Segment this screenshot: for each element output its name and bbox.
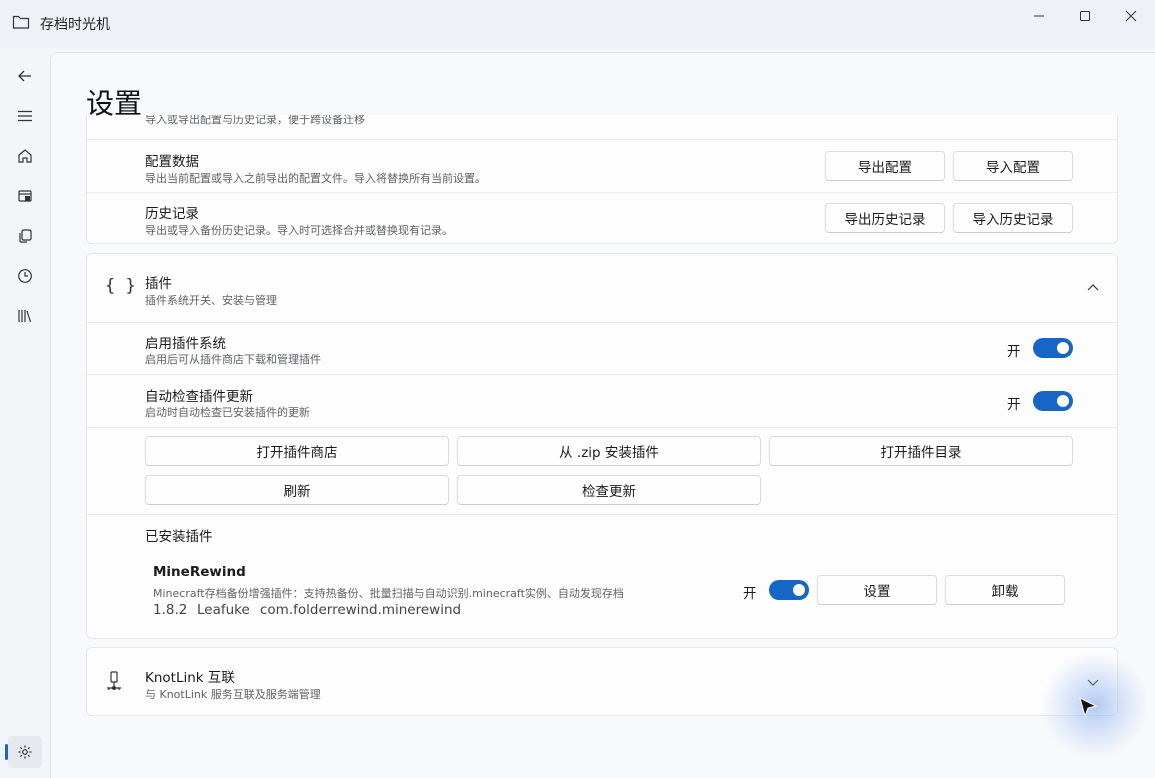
maximize-button[interactable] (1062, 0, 1108, 32)
enable-plugins-desc: 启用后可从插件商店下载和管理插件 (145, 353, 321, 366)
back-icon (18, 70, 31, 82)
close-icon (1125, 10, 1137, 22)
plugin-desc: Minecraft存档备份增强插件：支持热备份、批量扫描与自动识别.minecr… (153, 587, 624, 600)
header-backdrop (51, 53, 1155, 115)
cursor-icon (1079, 697, 1098, 718)
plugin-settings-button[interactable]: 设置 (817, 575, 937, 605)
plugin-id: com.folderrewind.minerewind (260, 602, 462, 618)
app-title: 存档时光机 (40, 17, 110, 33)
plugin-version: 1.8.2 (153, 602, 188, 618)
chevron-up-icon (1087, 284, 1099, 291)
plugin-state: 开 (743, 586, 757, 602)
plugins-title: 插件 (145, 276, 172, 292)
close-button[interactable] (1108, 0, 1154, 32)
plugin-toggle[interactable] (769, 580, 809, 600)
export-config-button[interactable]: 导出配置 (825, 151, 945, 181)
page-title: 设置 (86, 87, 143, 120)
selection-indicator (5, 744, 8, 760)
home-icon (18, 149, 32, 163)
copy-icon (19, 229, 32, 243)
nav-history[interactable] (8, 260, 42, 292)
nav-home[interactable] (8, 140, 42, 172)
minimize-icon (1034, 15, 1044, 17)
open-plugin-folder-button[interactable]: 打开插件目录 (769, 436, 1073, 466)
data-card: 导入或导出配置与历史记录，便于跨设备迁移 配置数据 导出当前配置或导入之前导出的… (86, 98, 1118, 244)
settings-icon (18, 745, 32, 759)
auto-update-desc: 启动时自动检查已安装插件的更新 (145, 406, 310, 419)
plugins-header[interactable]: { } 插件 插件系统开关、安装与管理 (87, 254, 1117, 322)
config-data-desc: 导出当前配置或导入之前导出的配置文件。导入将替换所有当前设置。 (145, 172, 486, 185)
export-history-button[interactable]: 导出历史记录 (825, 203, 945, 233)
import-history-button[interactable]: 导入历史记录 (953, 203, 1073, 233)
open-plugin-store-button[interactable]: 打开插件商店 (145, 436, 449, 466)
install-from-zip-button[interactable]: 从 .zip 安装插件 (457, 436, 761, 466)
knotlink-desc: 与 KnotLink 服务互联及服务端管理 (145, 688, 321, 701)
import-config-button[interactable]: 导入配置 (953, 151, 1073, 181)
title-bar: 存档时光机 (0, 0, 1155, 48)
auto-update-state: 开 (1007, 397, 1021, 413)
divider (87, 322, 1117, 323)
enable-plugins-state: 开 (1007, 344, 1021, 360)
clock-icon (18, 269, 32, 283)
folder-icon (12, 15, 30, 29)
minimize-button[interactable] (1016, 0, 1062, 32)
plugins-card: { } 插件 插件系统开关、安装与管理 启用插件系统 启用后可从插件商店下载和管… (86, 253, 1118, 639)
installed-plugins-header: 已安装插件 (145, 529, 213, 545)
nav-library[interactable] (8, 300, 42, 332)
knotlink-title: KnotLink 互联 (145, 670, 235, 686)
list-item: MineRewind Minecraft存档备份增强插件：支持热备份、批量扫描与… (87, 554, 1117, 624)
braces-icon: { } (105, 276, 136, 296)
library-icon (18, 310, 32, 323)
divider (87, 514, 1117, 515)
back-button[interactable] (8, 60, 42, 92)
divider (87, 427, 1117, 428)
menu-icon (18, 110, 32, 122)
plugins-desc: 插件系统开关、安装与管理 (145, 294, 277, 307)
nav-archive[interactable] (8, 180, 42, 212)
maximize-icon (1080, 11, 1090, 21)
archive-icon (18, 190, 32, 202)
enable-plugins-title: 启用插件系统 (145, 336, 226, 352)
plugin-name: MineRewind (153, 564, 246, 580)
divider (87, 139, 1117, 140)
menu-button[interactable] (8, 100, 42, 132)
history-desc: 导出或导入备份历史记录。导入时可选择合并或替换现有记录。 (145, 224, 453, 237)
nav-copy[interactable] (8, 220, 42, 252)
divider (87, 374, 1117, 375)
network-icon (107, 671, 121, 690)
plugin-author: Leafuke (197, 602, 250, 618)
auto-update-title: 自动检查插件更新 (145, 389, 253, 405)
check-updates-button[interactable]: 检查更新 (457, 475, 761, 505)
config-data-title: 配置数据 (145, 154, 199, 170)
nav-rail (0, 48, 50, 778)
divider (87, 192, 1117, 193)
plugin-uninstall-button[interactable]: 卸载 (945, 575, 1065, 605)
nav-settings[interactable] (8, 736, 42, 768)
history-title: 历史记录 (145, 206, 199, 222)
enable-plugins-toggle[interactable] (1033, 338, 1073, 358)
refresh-button[interactable]: 刷新 (145, 475, 449, 505)
auto-update-toggle[interactable] (1033, 391, 1073, 411)
knotlink-card[interactable]: KnotLink 互联 与 KnotLink 服务互联及服务端管理 (86, 647, 1118, 716)
